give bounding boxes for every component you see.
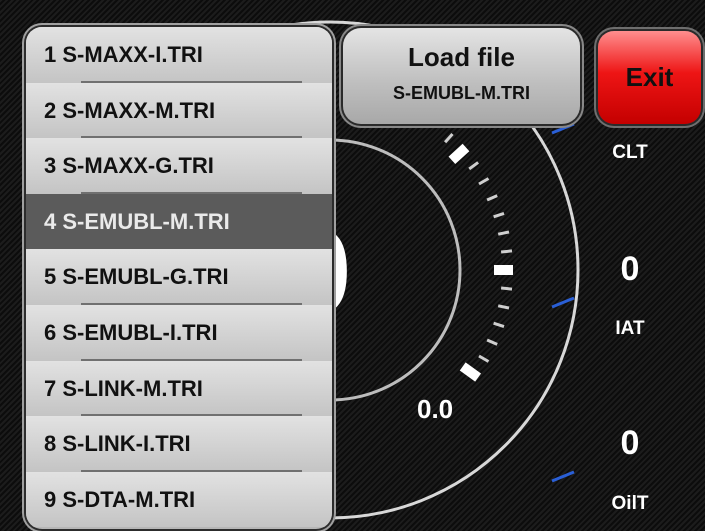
oilt-value: 0 [620, 424, 640, 462]
file-item-4-selected[interactable]: 4 S-EMUBL-M.TRI [26, 193, 332, 250]
gauge-minor-tick [500, 249, 513, 254]
gauge-big-digit: 0 [325, 210, 375, 335]
gauge-minor-tick [468, 161, 479, 171]
gauge-major-tick [448, 143, 470, 165]
file-item-7[interactable]: 7 S-LINK-M.TRI [26, 360, 332, 417]
gauge-minor-tick [493, 211, 505, 219]
gauge-minor-tick [443, 132, 454, 144]
load-file-filename: S-EMUBL-M.TRI [393, 83, 530, 103]
dashboard-screen: 0 0.0 CLT 0 IAT 0 OilT 1 S-MAXX-I.TRI 2 … [0, 0, 705, 531]
file-item-3[interactable]: 3 S-MAXX-G.TRI [26, 138, 332, 194]
gauge-minor-tick [497, 230, 510, 236]
gauge-minor-tick [493, 321, 505, 329]
gauge-major-tick [459, 362, 482, 382]
gauge-minor-tick [486, 194, 498, 202]
gauge-minor-tick [497, 304, 510, 310]
gauge-speed-readout: 0.0 [417, 394, 454, 424]
iat-label: IAT [615, 318, 645, 339]
file-item-5[interactable]: 5 S-EMUBL-G.TRI [26, 249, 332, 305]
gauge-minor-tick [500, 286, 513, 291]
file-item-1[interactable]: 1 S-MAXX-I.TRI [26, 27, 332, 83]
clt-label: CLT [612, 142, 648, 163]
load-file-button[interactable]: Load file S-EMUBL-M.TRI [343, 28, 580, 124]
file-item-6[interactable]: 6 S-EMUBL-I.TRI [26, 304, 332, 361]
file-item-9[interactable]: 9 S-DTA-M.TRI [26, 471, 332, 528]
gauge-minor-tick [478, 354, 490, 363]
file-item-2[interactable]: 2 S-MAXX-M.TRI [26, 82, 332, 139]
gauge-minor-tick [486, 338, 498, 346]
sensor-tick-marks [551, 122, 575, 483]
file-list-menu: 1 S-MAXX-I.TRI 2 S-MAXX-M.TRI 3 S-MAXX-G… [26, 27, 332, 529]
exit-button[interactable]: Exit [598, 31, 701, 124]
load-file-title: Load file [408, 42, 515, 72]
iat-value: 0 [620, 250, 640, 288]
file-item-8[interactable]: 8 S-LINK-I.TRI [26, 416, 332, 472]
oilt-label: OilT [611, 493, 649, 514]
gauge-minor-tick [478, 177, 490, 186]
